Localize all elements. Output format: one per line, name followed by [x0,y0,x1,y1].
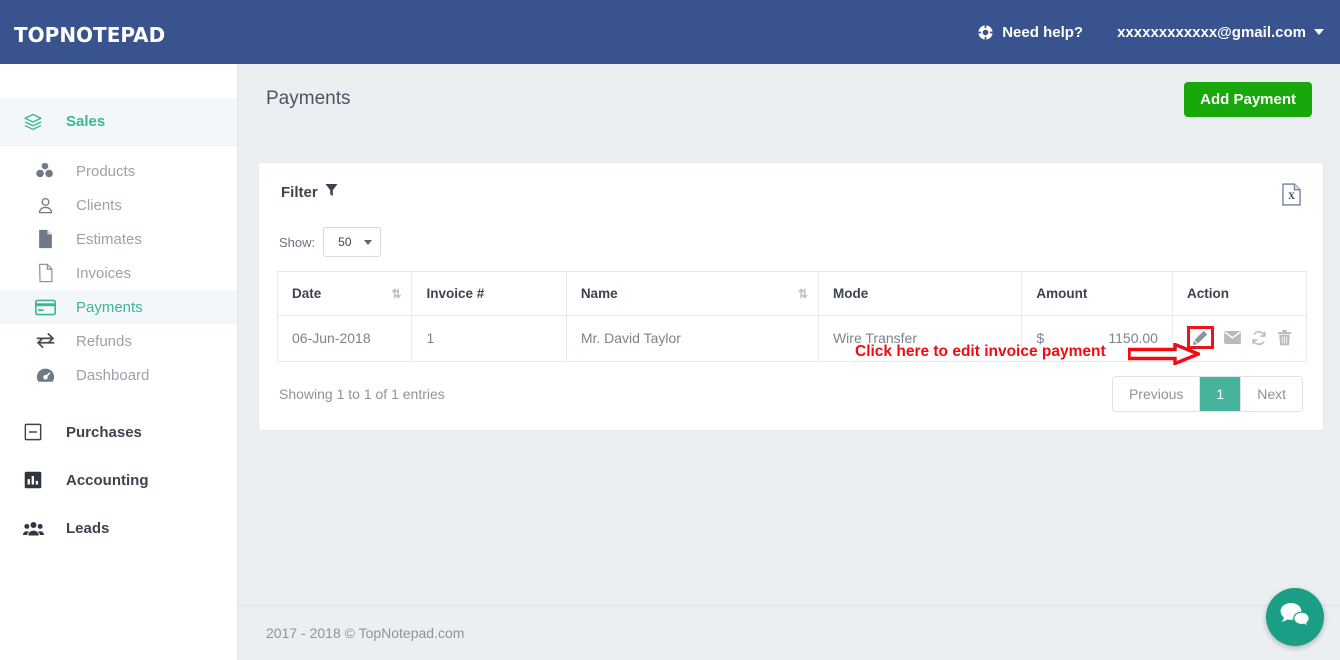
table-header-row: Date ⇅ Invoice # Name ⇅ Mode Amount Acti… [276,271,1308,316]
chevron-down-icon [364,240,373,245]
sidebar-top-spacer [0,64,237,98]
funnel-icon [325,183,338,201]
trash-icon[interactable] [1277,329,1292,346]
sort-icon[interactable]: ⇅ [798,287,808,301]
column-label: Date [292,286,322,301]
show-entries-select[interactable]: 50 [323,227,382,257]
chat-bubbles-icon [1280,602,1311,633]
sidebar: Sales Products Clients Estimates Invoice… [0,64,238,660]
sidebar-item-clients[interactable]: Clients [0,188,237,222]
user-icon [34,194,56,216]
pagination-previous[interactable]: Previous [1112,377,1200,411]
row-action-group [1186,326,1292,349]
column-label: Invoice # [426,286,485,301]
excel-export-icon[interactable]: X [1282,183,1301,211]
caret-down-icon [1314,29,1324,35]
user-account-menu[interactable]: xxxxxxxxxxxx@gmail.com [1117,24,1324,41]
sidebar-group-label: Accounting [66,471,149,489]
sidebar-group-label: Leads [66,519,110,537]
bar-chart-icon [22,469,44,491]
card-toolbar: Filter X [259,163,1323,211]
envelope-icon[interactable] [1224,331,1241,344]
column-label: Action [1186,286,1229,301]
pagination-next[interactable]: Next [1240,377,1302,411]
show-label: Show: [279,234,316,250]
show-entries-value: 50 [338,235,352,249]
annotation-text: Click here to edit invoice payment [855,343,1106,360]
file-filled-icon [34,228,56,250]
filter-label: Filter [281,183,318,201]
layers-icon [22,111,44,133]
topbar-right-group: Need help? xxxxxxxxxxxx@gmail.com [974,21,1324,43]
page-title: Payments [266,88,351,109]
need-help-label: Need help? [1002,23,1084,41]
sidebar-item-label: Estimates [76,230,142,248]
show-entries-row: Show: 50 [259,211,1323,271]
column-header-date[interactable]: Date ⇅ [276,271,413,316]
sidebar-section-label: Sales [66,113,106,130]
top-navigation-bar: TopNotepad Need help? xxxxxxxxxxxx@gmail… [0,0,1340,64]
sidebar-item-label: Clients [76,196,122,214]
cell-date: 06-Jun-2018 [276,315,413,362]
table-footer: Showing 1 to 1 of 1 entries Previous 1 N… [259,362,1323,430]
table-header: Date ⇅ Invoice # Name ⇅ Mode Amount Acti… [276,271,1308,316]
minus-square-icon [22,421,44,443]
cell-name: Mr. David Taylor [565,315,819,362]
cell-invoice: 1 [411,315,567,362]
sidebar-item-invoices[interactable]: Invoices [0,256,237,290]
need-help-link[interactable]: Need help? [974,21,1083,43]
users-icon [22,517,44,539]
sort-icon[interactable]: ⇅ [391,287,401,301]
column-header-action: Action [1171,271,1308,316]
page-header: Payments Add Payment [238,64,1340,134]
sidebar-item-label: Payments [76,298,143,316]
sidebar-item-estimates[interactable]: Estimates [0,222,237,256]
right-arrow-annotation [1127,341,1204,370]
column-label: Name [580,286,618,301]
entries-summary: Showing 1 to 1 of 1 entries [279,386,445,402]
sidebar-item-payments[interactable]: Payments [0,290,237,324]
sidebar-item-label: Products [76,162,136,180]
sidebar-item-label: Invoices [76,264,132,282]
sidebar-item-accounting[interactable]: Accounting [0,456,237,504]
exchange-icon [34,330,56,352]
gauge-icon [34,364,56,386]
chat-widget-button[interactable] [1266,588,1324,646]
lifebuoy-icon [974,21,996,43]
column-header-name[interactable]: Name ⇅ [565,271,819,316]
sidebar-item-label: Dashboard [76,366,150,384]
pagination: Previous 1 Next [1111,376,1303,412]
column-label: Amount [1036,286,1088,301]
user-email-label: xxxxxxxxxxxx@gmail.com [1117,23,1306,41]
cubes-icon [34,160,56,182]
sidebar-group-label: Purchases [66,423,142,441]
file-icon [34,262,56,284]
app-root: TopNotepad Need help? xxxxxxxxxxxx@gmail… [0,0,1340,660]
payments-card: Filter X Show: 50 Date ⇅ Invoice # Name … [258,162,1324,431]
sidebar-item-leads[interactable]: Leads [0,504,237,552]
credit-card-icon [34,296,56,318]
svg-text:X: X [1288,192,1295,202]
refresh-icon[interactable] [1251,330,1267,346]
column-header-mode[interactable]: Mode [817,271,1023,316]
column-header-invoice[interactable]: Invoice # [411,271,567,316]
column-label: Mode [832,286,869,301]
sidebar-section-sales[interactable]: Sales [0,98,237,146]
sidebar-item-refunds[interactable]: Refunds [0,324,237,358]
copyright-text: 2017 - 2018 © TopNotepad.com [266,625,465,641]
app-logo[interactable]: TopNotepad [14,15,165,49]
filter-toggle[interactable]: Filter [281,183,338,201]
sidebar-item-label: Refunds [76,332,132,350]
pagination-page-1[interactable]: 1 [1199,377,1241,411]
sidebar-item-products[interactable]: Products [0,154,237,188]
add-payment-button[interactable]: Add Payment [1184,81,1312,117]
sidebar-item-purchases[interactable]: Purchases [0,408,237,456]
sidebar-item-dashboard[interactable]: Dashboard [0,358,237,392]
page-footer: 2017 - 2018 © TopNotepad.com [238,605,1340,660]
column-header-amount[interactable]: Amount [1021,271,1173,316]
